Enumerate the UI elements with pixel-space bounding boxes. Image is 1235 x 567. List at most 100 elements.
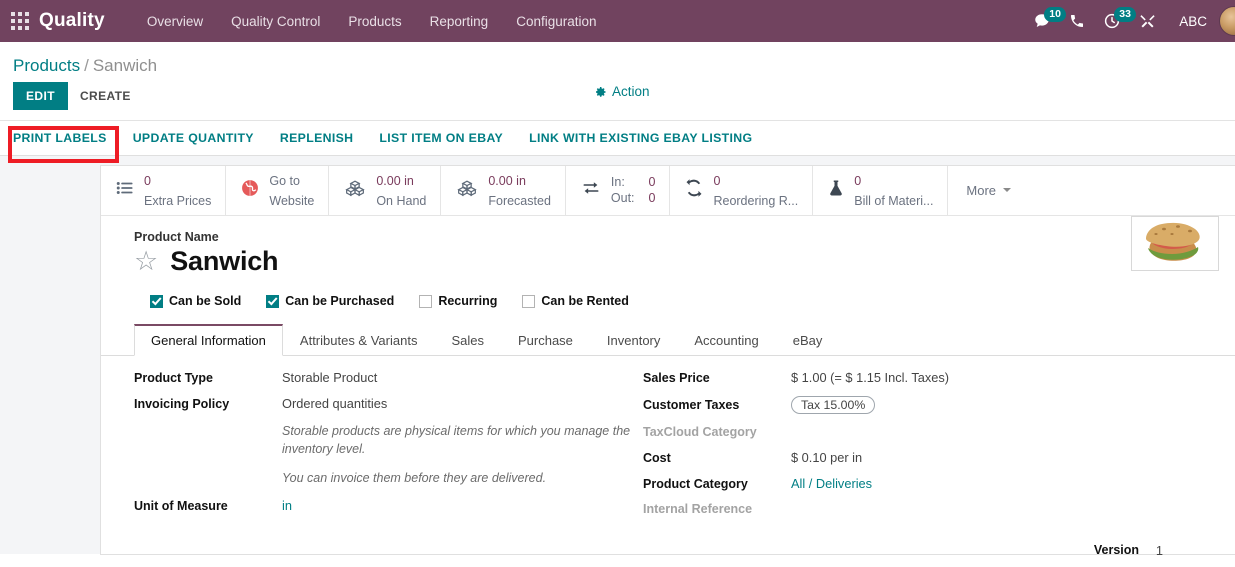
stat-value: 0.00 in [488,173,526,188]
tab-accounting[interactable]: Accounting [677,324,775,356]
stat-button-extra-prices[interactable]: 0 Extra Prices [101,166,227,215]
user-avatar[interactable] [1219,6,1235,36]
stat-button-forecasted[interactable]: 0.00 in Forecasted [441,166,566,215]
stat-label: Forecasted [488,193,551,208]
checkbox-box[interactable] [150,294,163,308]
nav-item-reporting[interactable]: Reporting [416,2,503,41]
boxes-icon [455,178,479,203]
list-item-on-ebay-button[interactable]: LIST ITEM ON EBAY [379,131,503,145]
stat-button-go-to-website[interactable]: Go to Website [226,166,330,215]
stat-value: 0 [854,173,862,188]
print-labels-button[interactable]: PRINT LABELS [13,131,107,145]
edit-button[interactable]: EDIT [13,82,68,110]
more-stat-buttons-dropdown[interactable]: More [948,166,1029,215]
field-value[interactable]: $ 0.10 per in [791,450,862,465]
field-value[interactable]: 1 [1156,543,1163,558]
stat-button-reordering-rules[interactable]: 0 Reordering R... [670,166,814,215]
more-label: More [966,183,997,198]
stat-text: In: 0 Out: 0 [611,175,656,206]
field-label: Product Category [643,477,748,491]
activities-badge: 33 [1114,7,1136,22]
checkbox-box[interactable] [419,294,433,308]
field-internal-reference: Internal Reference [643,502,1197,516]
product-title-line: ☆ Sanwich [134,246,1235,277]
apps-grid-icon[interactable] [11,12,29,30]
stat-value: 0 [713,173,721,188]
stat-text: 0.00 in Forecasted [488,171,551,211]
checkbox-can-be-sold[interactable]: Can be Sold [150,294,241,308]
create-button[interactable]: CREATE [68,82,143,110]
tab-general-information[interactable]: General Information [134,324,283,356]
checkbox-label: Recurring [438,294,498,308]
field-version: Version 1 [1094,543,1163,558]
breadcrumb-products[interactable]: Products [13,56,80,75]
nav-item-configuration[interactable]: Configuration [502,2,610,41]
form-sheet: 0 Extra Prices Go to Website 0.00 in On … [100,165,1235,558]
checkbox-box[interactable] [522,294,536,308]
general-information-panel: Product Type Storable Product Invoicing … [101,356,1235,558]
product-image[interactable] [1131,216,1219,271]
help-text-invoicing: You can invoice them before they are del… [134,469,637,487]
nav-item-overview[interactable]: Overview [133,2,217,41]
replenish-button[interactable]: REPLENISH [280,131,354,145]
field-value[interactable]: Storable Product [282,370,377,385]
in-label: In: [610,174,625,189]
page-title: Sanwich [170,246,279,276]
field-value[interactable]: Tax 15.00% [791,396,876,414]
field-label: Cost [643,451,671,465]
tools-icon[interactable] [1139,13,1156,30]
stat-button-bill-of-materials[interactable]: 0 Bill of Materi... [813,166,949,215]
stat-value: Go to [269,173,300,188]
field-value[interactable]: in [282,498,292,513]
tab-inventory[interactable]: Inventory [590,324,677,356]
help-text: You can invoice them before they are del… [282,471,547,486]
user-menu-label[interactable]: ABC [1179,14,1207,29]
control-panel: EDIT CREATE Action [0,82,1235,120]
checkbox-box[interactable] [266,294,280,308]
app-brand-quality[interactable]: Quality [39,10,105,32]
tab-purchase[interactable]: Purchase [501,324,590,356]
phone-icon[interactable] [1069,13,1085,29]
checkbox-can-be-rented[interactable]: Can be Rented [522,294,629,308]
field-label: Internal Reference [643,502,753,516]
update-quantity-button[interactable]: UPDATE QUANTITY [133,131,254,145]
action-menu-button[interactable]: Action [595,84,650,99]
field-label: Customer Taxes [643,398,740,412]
breadcrumb: Products / Sanwich [0,42,1235,82]
stat-value: 0 [144,173,151,188]
stat-button-in-out[interactable]: In: 0 Out: 0 [566,166,671,215]
field-sales-price: Sales Price $ 1.00 (= $ 1.15 Incl. Taxes… [643,370,1197,385]
breadcrumb-separator: / [84,56,89,75]
exchange-arrows-icon [580,179,602,202]
nav-item-products[interactable]: Products [334,2,415,41]
tab-attributes-variants[interactable]: Attributes & Variants [283,324,435,356]
in-value: 0 [648,174,656,189]
star-icon[interactable]: ☆ [134,248,158,275]
stat-label: Bill of Materi... [854,193,934,208]
checkbox-label: Can be Rented [541,294,629,308]
checkbox-recurring[interactable]: Recurring [419,294,497,308]
checkbox-label: Can be Sold [169,294,242,308]
field-value[interactable]: Ordered quantities [282,396,387,411]
globe-icon [240,178,260,203]
product-name-label: Product Name [134,230,219,244]
product-title-block: Product Name ☆ Sanwich Can be Sold Can b… [101,216,1235,308]
checkbox-can-be-purchased[interactable]: Can be Purchased [266,294,394,308]
stat-label: On Hand [376,193,427,208]
field-value[interactable]: All / Deliveries [791,476,872,491]
tab-sales[interactable]: Sales [434,324,501,356]
nav-item-quality-control[interactable]: Quality Control [217,2,334,41]
tab-ebay[interactable]: eBay [776,324,840,356]
stat-button-box: 0 Extra Prices Go to Website 0.00 in On … [101,166,1235,216]
stat-button-on-hand[interactable]: 0.00 in On Hand [329,166,442,215]
messages-icon[interactable]: 10 [1033,7,1066,30]
flask-icon [827,178,845,203]
boxes-icon [343,178,367,203]
field-value[interactable]: $ 1.00 (= $ 1.15 Incl. Taxes) [791,370,949,385]
activities-clock-icon[interactable]: 33 [1103,7,1136,30]
field-cost: Cost $ 0.10 per in [643,450,1197,465]
link-with-existing-ebay-listing-button[interactable]: LINK WITH EXISTING EBAY LISTING [529,131,752,145]
odoo-product-form-page: Quality Overview Quality Control Product… [0,0,1235,567]
tax-tag[interactable]: Tax 15.00% [791,396,876,414]
help-text-product-type: Storable products are physical items for… [134,422,637,458]
